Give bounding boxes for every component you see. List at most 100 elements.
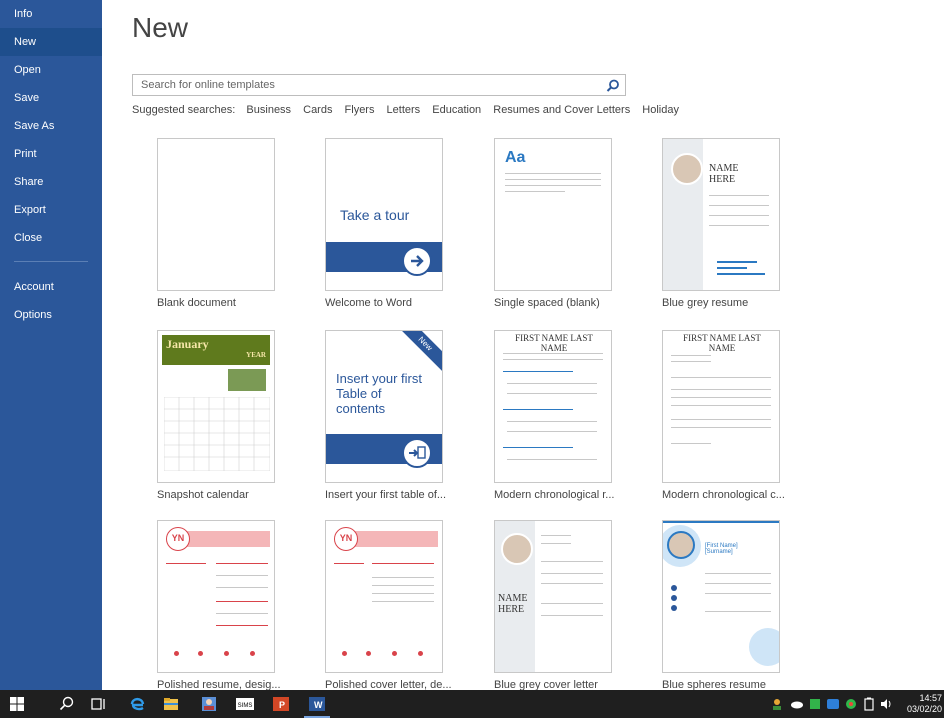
nav-save[interactable]: Save [0, 84, 102, 112]
thumb-toc-text: Insert your first Table of contents [336, 371, 422, 416]
thumb-line [166, 563, 206, 564]
thumb-dot [198, 651, 203, 656]
thumb-line [671, 397, 771, 398]
template-blank-document[interactable]: Blank document [157, 138, 303, 309]
suggested-letters[interactable]: Letters [387, 104, 421, 116]
suggested-holiday[interactable]: Holiday [642, 104, 679, 116]
thumb-calendar-grid [164, 397, 270, 471]
thumb-line [507, 421, 597, 422]
powerpoint-icon[interactable]: P [272, 695, 290, 713]
thumb-line [541, 583, 603, 584]
nav-open[interactable]: Open [0, 56, 102, 84]
arrow-right-icon [402, 246, 432, 276]
template-label: Blue grey resume [662, 297, 749, 309]
thumb-line [503, 447, 573, 448]
template-table-of-contents[interactable]: New Insert your first Table of contents … [325, 330, 471, 501]
contacts-icon[interactable] [200, 695, 218, 713]
nav-close[interactable]: Close [0, 224, 102, 252]
thumb-line [216, 613, 268, 614]
battery-icon[interactable] [862, 695, 876, 713]
thumb-line [671, 443, 711, 444]
template-blue-grey-resume[interactable]: NAME HERE Blue grey resume [662, 138, 808, 309]
thumb-line [372, 593, 434, 594]
nav-account[interactable]: Account [0, 273, 102, 301]
thumb-monogram: YN [166, 527, 190, 551]
template-search-input[interactable] [133, 75, 593, 95]
thumb-skill-bar [717, 273, 765, 275]
thumb-dot [671, 595, 677, 601]
thumb-name: NAME HERE [709, 163, 739, 185]
thumb-name: NAME HERE [498, 593, 528, 615]
thumb-photo [671, 153, 703, 185]
thumb-top-rule [663, 521, 779, 523]
tray-onedrive-icon[interactable] [790, 695, 804, 713]
template-modern-chronological-resume[interactable]: FIRST NAME LAST NAME Modern chronologica… [494, 330, 640, 501]
nav-options[interactable]: Options [0, 301, 102, 329]
task-view-icon[interactable] [90, 695, 108, 713]
tray-app-multicolor-icon[interactable] [844, 695, 858, 713]
suggested-flyers[interactable]: Flyers [345, 104, 375, 116]
edge-icon[interactable] [128, 695, 146, 713]
word-icon[interactable]: W [308, 695, 326, 713]
tray-app-blue-icon[interactable] [826, 695, 840, 713]
system-clock[interactable]: 14:57 03/02/20 [907, 693, 942, 715]
thumb-month: January [166, 337, 209, 351]
thumb-line [705, 593, 771, 594]
clock-date: 03/02/20 [906, 704, 942, 714]
svg-text:W: W [314, 700, 323, 710]
template-snapshot-calendar[interactable]: January YEAR Snapshot calendar [157, 330, 303, 501]
template-polished-cover-letter[interactable]: YN Polished cover letter, de... [325, 520, 471, 691]
thumb-line [671, 377, 771, 378]
thumb-line [671, 389, 771, 390]
nav-new[interactable]: New [0, 28, 102, 56]
thumb-line [709, 215, 769, 216]
thumb-skill-bar [717, 267, 747, 269]
nav-print[interactable]: Print [0, 140, 102, 168]
nav-share[interactable]: Share [0, 168, 102, 196]
suggested-resumes[interactable]: Resumes and Cover Letters [493, 104, 630, 116]
template-blue-spheres-resume[interactable]: [First Name] [Surname] Blue spheres resu… [662, 520, 808, 691]
template-label: Modern chronological c... [662, 489, 785, 501]
svg-text:P: P [279, 700, 285, 710]
thumb-line [709, 205, 769, 206]
volume-icon[interactable] [880, 695, 894, 713]
thumb-line [705, 583, 771, 584]
template-single-spaced[interactable]: Aa Single spaced (blank) [494, 138, 640, 309]
template-thumbnail: Aa [494, 138, 612, 291]
template-welcome-to-word[interactable]: Take a tour Welcome to Word [325, 138, 471, 309]
template-modern-chronological-cover[interactable]: FIRST NAME LAST NAME Modern chronologica… [662, 330, 808, 501]
tray-people-icon[interactable] [770, 695, 784, 713]
thumb-line [372, 563, 434, 564]
thumb-sphere [749, 628, 779, 666]
search-icon[interactable] [58, 695, 76, 713]
thumb-dot [671, 585, 677, 591]
template-polished-resume[interactable]: YN Polished resume, desig... [157, 520, 303, 691]
tray-app-green-icon[interactable] [808, 695, 822, 713]
thumb-line [709, 225, 769, 226]
thumb-dot [671, 605, 677, 611]
suggested-education[interactable]: Education [432, 104, 481, 116]
thumb-line [541, 561, 603, 562]
clock-time: 14:57 [919, 693, 942, 703]
template-thumbnail [157, 138, 275, 291]
nav-info[interactable]: Info [0, 0, 102, 28]
template-thumbnail: Take a tour [325, 138, 443, 291]
template-blue-grey-cover-letter[interactable]: NAME HERE Blue grey cover letter [494, 520, 640, 691]
nav-divider [14, 261, 88, 262]
file-explorer-icon[interactable] [162, 695, 180, 713]
thumb-line [671, 419, 771, 420]
search-icon[interactable] [605, 78, 621, 94]
sims-icon[interactable]: SIMS [236, 695, 254, 713]
thumb-name: [First Name] [Surname] [705, 543, 738, 555]
thumb-line [503, 359, 603, 360]
nav-export[interactable]: Export [0, 196, 102, 224]
thumb-line [372, 601, 434, 602]
thumb-line [705, 611, 771, 612]
template-label: Modern chronological r... [494, 489, 615, 501]
nav-save-as[interactable]: Save As [0, 112, 102, 140]
svg-text:SIMS: SIMS [238, 703, 253, 709]
thumb-photo [667, 531, 695, 559]
suggested-cards[interactable]: Cards [303, 104, 332, 116]
suggested-business[interactable]: Business [246, 104, 291, 116]
start-icon[interactable] [8, 695, 26, 713]
